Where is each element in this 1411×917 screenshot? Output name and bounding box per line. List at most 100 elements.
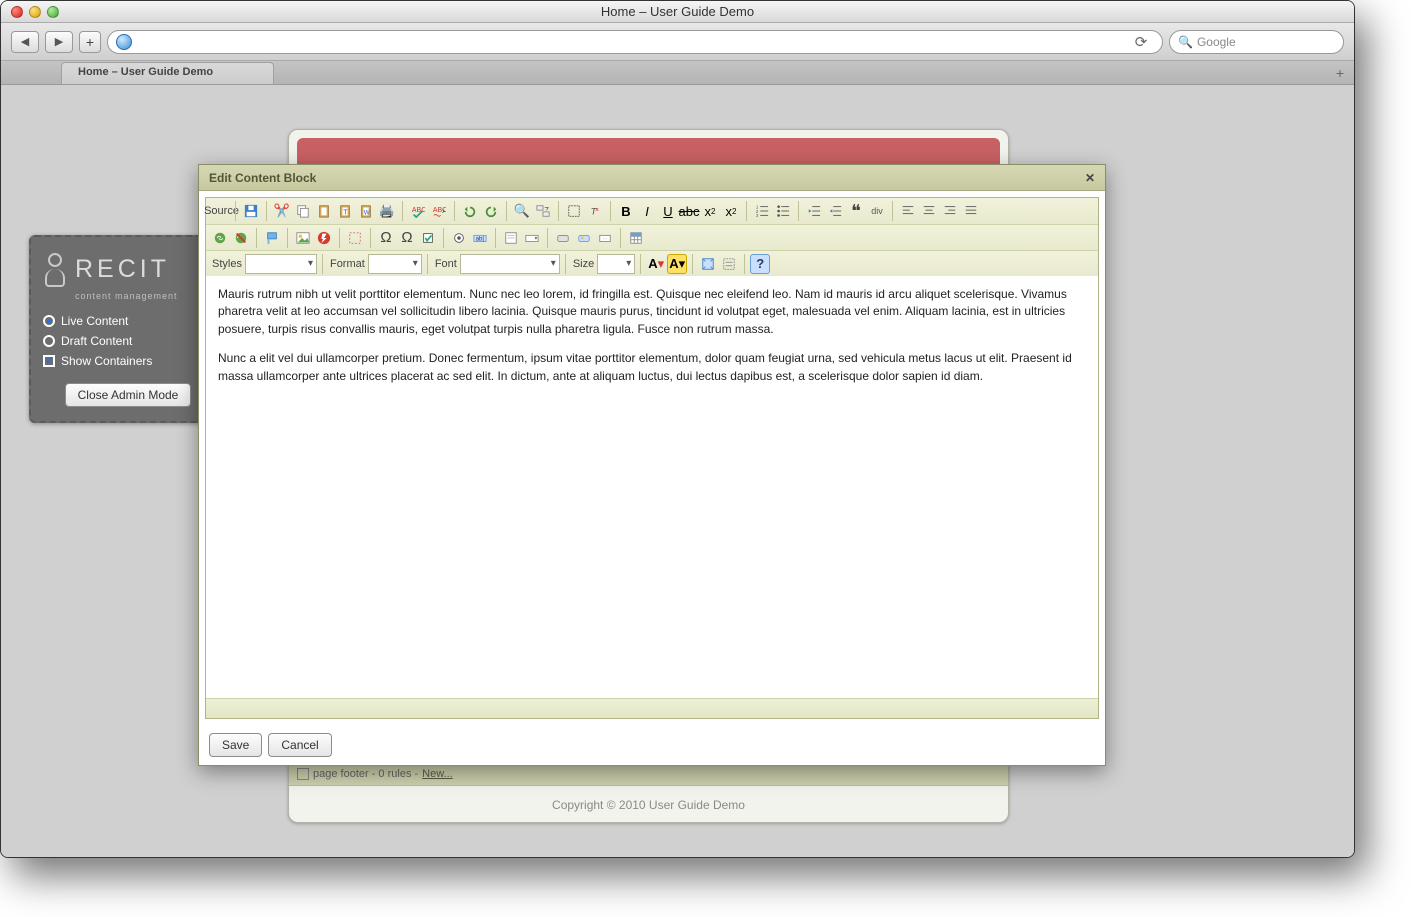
close-admin-mode-button[interactable]: Close Admin Mode <box>65 383 192 407</box>
checkbox-icon[interactable] <box>418 228 438 248</box>
site-globe-icon <box>116 34 132 50</box>
show-containers-option[interactable]: Show Containers <box>37 351 219 371</box>
format-label: Format <box>328 258 367 270</box>
ck-toolbar-row-3: Styles ▾ Format ▾ Font ▾ Size ▾ A▾ A▾ <box>206 250 1098 276</box>
browser-toolbar: ◀ ▶ + ⟳ 🔍 Google <box>1 23 1354 61</box>
select-icon[interactable] <box>522 228 542 248</box>
window-titlebar: Home – User Guide Demo <box>1 1 1354 23</box>
browser-tab[interactable]: Home – User Guide Demo <box>61 62 274 84</box>
undo-icon[interactable] <box>460 201 480 221</box>
cut-icon[interactable]: ✂️ <box>272 201 292 221</box>
redo-icon[interactable] <box>481 201 501 221</box>
brand-logo: RECIT <box>37 247 219 291</box>
spellcheck-icon[interactable]: ABC <box>408 201 428 221</box>
dialog-titlebar: Edit Content Block ✕ <box>199 165 1105 191</box>
svg-text:ABC: ABC <box>412 207 425 214</box>
textfield-icon[interactable]: ab| <box>470 228 490 248</box>
superscript-icon[interactable]: x2 <box>721 201 741 221</box>
svg-text:W: W <box>364 210 370 217</box>
radiobutton-icon[interactable] <box>449 228 469 248</box>
indent-icon[interactable] <box>825 201 845 221</box>
scayt-icon[interactable]: ABC <box>429 201 449 221</box>
imagebutton-icon[interactable] <box>574 228 594 248</box>
save-icon[interactable] <box>241 201 261 221</box>
ckeditor-wrapper: Source ✂️ T W 🖨️ ABC ABC <box>205 197 1099 719</box>
form-icon[interactable] <box>345 228 365 248</box>
format-select[interactable]: ▾ <box>368 254 422 274</box>
source-button[interactable]: Source <box>210 201 230 221</box>
justifyblock-icon[interactable] <box>961 201 981 221</box>
bulletedlist-icon[interactable] <box>773 201 793 221</box>
subscript-icon[interactable]: x2 <box>700 201 720 221</box>
font-select[interactable]: ▾ <box>460 254 560 274</box>
unlink-icon[interactable] <box>231 228 251 248</box>
page-copyright: Copyright © 2010 User Guide Demo <box>289 788 1008 822</box>
size-select[interactable]: ▾ <box>597 254 635 274</box>
edit-content-dialog: Edit Content Block ✕ Source ✂️ <box>198 164 1106 766</box>
specialchar-icon[interactable]: Ω <box>376 228 396 248</box>
styles-select[interactable]: ▾ <box>245 254 317 274</box>
reload-icon[interactable]: ⟳ <box>1128 33 1154 51</box>
save-button[interactable]: Save <box>209 733 262 757</box>
dialog-title: Edit Content Block <box>209 171 316 185</box>
find-icon[interactable]: 🔍 <box>512 201 532 221</box>
url-bar[interactable]: ⟳ <box>107 30 1163 54</box>
browser-tabstrip: Home – User Guide Demo + <box>1 61 1354 85</box>
bold-icon[interactable]: B <box>616 201 636 221</box>
replace-icon[interactable] <box>533 201 553 221</box>
textarea-icon[interactable] <box>501 228 521 248</box>
maximize-icon[interactable] <box>698 254 718 274</box>
justifycenter-icon[interactable] <box>919 201 939 221</box>
cancel-button[interactable]: Cancel <box>268 733 331 757</box>
justifyleft-icon[interactable] <box>898 201 918 221</box>
container-new-link[interactable]: New... <box>422 768 453 780</box>
removeformat-icon[interactable]: T× <box>585 201 605 221</box>
outdent-icon[interactable] <box>804 201 824 221</box>
search-field[interactable]: 🔍 Google <box>1169 30 1344 54</box>
person-icon <box>41 251 67 287</box>
underline-icon[interactable]: U <box>658 201 678 221</box>
button-icon[interactable] <box>553 228 573 248</box>
page-viewport: page footer - 0 rules - New... Copyright… <box>1 85 1354 858</box>
dialog-close-icon[interactable]: ✕ <box>1085 171 1095 185</box>
copy-icon[interactable] <box>293 201 313 221</box>
ck-toolbar-row-2: Ω Ω ab| ··· <box>206 224 1098 250</box>
specialchar2-icon[interactable]: Ω <box>397 228 417 248</box>
textcolor-icon[interactable]: A▾ <box>646 254 666 274</box>
back-button[interactable]: ◀ <box>11 31 39 53</box>
draft-content-option[interactable]: Draft Content <box>37 331 219 351</box>
about-icon[interactable]: ? <box>750 254 770 274</box>
paste-word-icon[interactable]: W <box>356 201 376 221</box>
justifyright-icon[interactable] <box>940 201 960 221</box>
showblocks-icon[interactable] <box>719 254 739 274</box>
search-icon: 🔍 <box>1178 35 1193 49</box>
selectall-icon[interactable] <box>564 201 584 221</box>
live-content-option[interactable]: Live Content <box>37 311 219 331</box>
forward-button[interactable]: ▶ <box>45 31 73 53</box>
image-icon[interactable] <box>293 228 313 248</box>
paste-icon[interactable] <box>314 201 334 221</box>
anchor-icon[interactable] <box>262 228 282 248</box>
table-icon[interactable] <box>626 228 646 248</box>
creatediv-icon[interactable]: div <box>867 201 887 221</box>
styles-label: Styles <box>210 258 244 270</box>
svg-text:ab|: ab| <box>476 235 485 242</box>
dialog-footer: Save Cancel <box>199 725 1105 765</box>
numberedlist-icon[interactable]: 123 <box>752 201 772 221</box>
flash-icon[interactable] <box>314 228 334 248</box>
bgcolor-icon[interactable]: A▾ <box>667 254 687 274</box>
container-checkbox-icon[interactable] <box>297 768 309 780</box>
hiddenfield-icon[interactable]: ··· <box>595 228 615 248</box>
strike-icon[interactable]: abc <box>679 201 699 221</box>
new-tab-button[interactable]: + <box>1336 65 1344 81</box>
editor-content[interactable]: Mauris rutrum nibh ut velit porttitor el… <box>206 276 1098 698</box>
blockquote-icon[interactable]: ❝ <box>846 201 866 221</box>
print-icon[interactable]: 🖨️ <box>377 201 397 221</box>
add-bookmark-button[interactable]: + <box>79 31 101 53</box>
link-icon[interactable] <box>210 228 230 248</box>
font-label: Font <box>433 258 459 270</box>
italic-icon[interactable]: I <box>637 201 657 221</box>
window-title: Home – User Guide Demo <box>1 4 1354 19</box>
radio-off-icon <box>43 335 55 347</box>
paste-text-icon[interactable]: T <box>335 201 355 221</box>
